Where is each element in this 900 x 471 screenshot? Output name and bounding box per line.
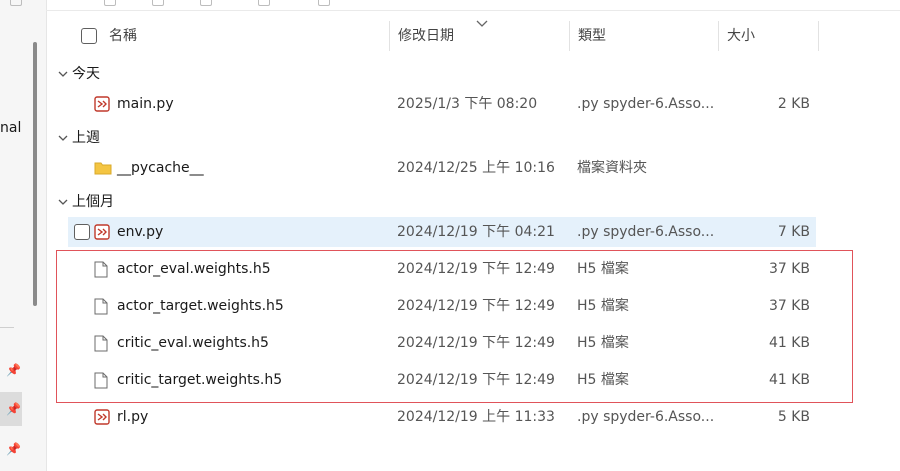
python-file-icon <box>94 409 110 425</box>
nav-divider <box>0 327 14 328</box>
group-header-last-month[interactable]: 上個月 <box>58 191 114 211</box>
file-name: env.py <box>117 224 164 240</box>
pin-icon: 📌 <box>6 442 21 456</box>
group-label: 今天 <box>72 66 100 82</box>
highlight-box <box>56 250 853 403</box>
navigation-pane: nal 📌 📌 📌 <box>0 0 47 471</box>
pin-icon: 📌 <box>6 363 21 377</box>
column-separator[interactable] <box>718 21 719 51</box>
select-all-checkbox[interactable] <box>81 28 97 44</box>
file-date: 2025/1/3 下午 08:20 <box>397 96 538 112</box>
column-separator[interactable] <box>389 21 390 51</box>
file-date: 2024/12/19 上午 11:33 <box>397 409 555 425</box>
folder-icon <box>94 160 112 176</box>
file-type: 檔案資料夾 <box>577 160 647 176</box>
column-size[interactable]: 大小 <box>727 18 755 54</box>
group-label: 上週 <box>72 130 100 146</box>
nav-item-label[interactable]: nal <box>0 120 21 136</box>
toolbar-button-icon[interactable] <box>318 0 330 6</box>
sort-descending-icon <box>476 18 488 31</box>
group-label: 上個月 <box>72 194 114 210</box>
chevron-down-icon <box>58 68 72 81</box>
toolbar-button-icon[interactable] <box>152 0 164 6</box>
column-header: 名稱 修改日期 類型 大小 <box>46 18 900 54</box>
file-size: 7 KB <box>777 224 810 240</box>
python-file-icon <box>94 96 110 112</box>
column-separator[interactable] <box>569 21 570 51</box>
python-file-icon <box>94 224 110 240</box>
toolbar-button-icon[interactable] <box>258 0 270 6</box>
file-type: .py spyder-6.Asso... <box>577 224 715 240</box>
file-date: 2024/12/25 上午 10:16 <box>397 160 555 176</box>
file-type: .py spyder-6.Asso... <box>577 409 715 425</box>
file-size: 2 KB <box>777 96 810 112</box>
row-checkbox[interactable] <box>74 224 90 240</box>
toolbar-button-icon[interactable] <box>200 0 212 6</box>
file-date: 2024/12/19 下午 04:21 <box>397 224 555 240</box>
column-type[interactable]: 類型 <box>578 18 606 54</box>
file-size: 5 KB <box>777 409 810 425</box>
column-name[interactable]: 名稱 <box>109 18 137 54</box>
column-separator[interactable] <box>818 21 819 51</box>
file-name: rl.py <box>117 409 149 425</box>
group-header-last-week[interactable]: 上週 <box>58 127 100 147</box>
group-header-today[interactable]: 今天 <box>58 63 100 83</box>
file-row[interactable]: rl.py 2024/12/19 上午 11:33 .py spyder-6.A… <box>68 402 816 432</box>
column-date[interactable]: 修改日期 <box>398 18 454 54</box>
chevron-down-icon <box>58 132 72 145</box>
toolbar <box>10 0 900 11</box>
toolbar-button-icon[interactable] <box>104 0 116 6</box>
chevron-down-icon <box>58 196 72 209</box>
file-row[interactable]: main.py 2025/1/3 下午 08:20 .py spyder-6.A… <box>68 89 816 119</box>
nav-scrollbar[interactable] <box>33 42 37 306</box>
file-row[interactable]: env.py 2024/12/19 下午 04:21 .py spyder-6.… <box>68 217 816 247</box>
toolbar-button-icon[interactable] <box>10 0 22 6</box>
file-row[interactable]: __pycache__ 2024/12/25 上午 10:16 檔案資料夾 <box>68 153 816 183</box>
file-name: main.py <box>117 96 174 112</box>
file-type: .py spyder-6.Asso... <box>577 96 715 112</box>
pin-icon: 📌 <box>6 402 21 416</box>
file-name: __pycache__ <box>117 160 204 176</box>
